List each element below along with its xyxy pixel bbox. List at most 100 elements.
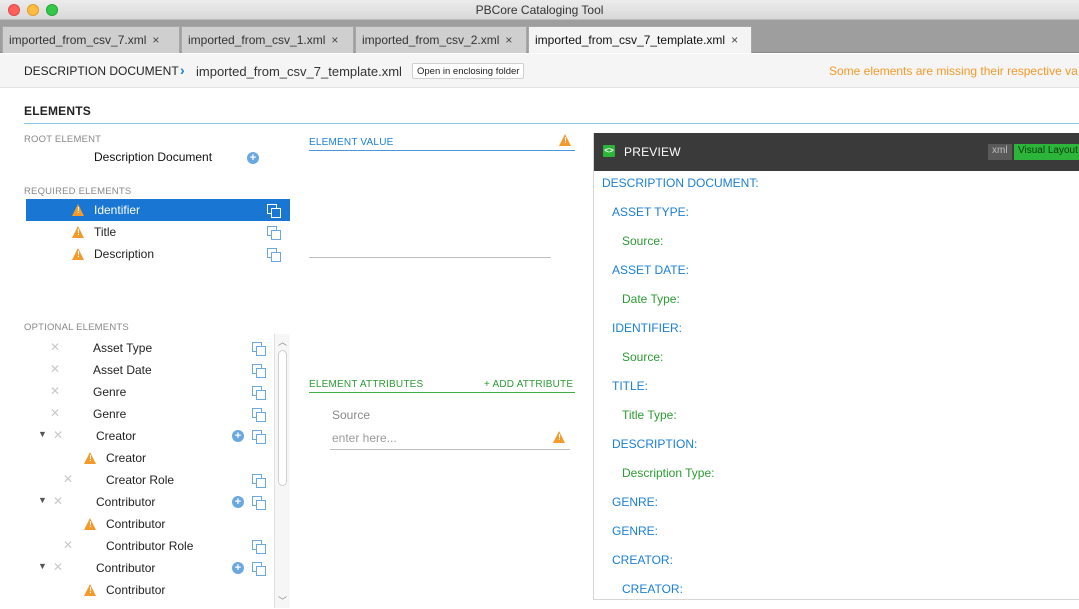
remove-icon[interactable]: ✕ [50,384,60,398]
optional-item-contributor[interactable]: ▼ ✕ Contributor + [26,557,270,579]
preview-line: Source: [622,350,664,364]
optional-item-asset-date[interactable]: ✕ Asset Date [26,359,270,381]
duplicate-icon[interactable] [267,204,281,218]
required-item-identifier[interactable]: Identifier [26,199,290,221]
tab-imported-csv-7[interactable]: imported_from_csv_7.xml × [2,26,180,53]
optional-elements-scrollbar[interactable]: ︿ ﹀ [274,334,290,608]
tab-imported-csv-7-template[interactable]: imported_from_csv_7_template.xml × [528,26,752,53]
optional-item-label: Contributor Role [106,539,194,553]
tab-close-icon[interactable]: × [505,33,512,47]
element-value-input[interactable] [309,257,551,258]
expand-caret-icon[interactable]: ▼ [38,429,47,439]
duplicate-icon[interactable] [252,496,266,510]
tab-close-icon[interactable]: × [731,33,738,47]
tab-close-icon[interactable]: × [152,33,159,47]
preview-line: DESCRIPTION: [612,437,698,451]
optional-child-contributor[interactable]: Contributor [26,579,270,601]
add-child-icon[interactable]: + [232,562,244,574]
optional-item-label: Contributor [106,583,166,597]
scroll-down-icon[interactable]: ﹀ [278,594,287,607]
attribute-warning-icon [553,431,566,443]
breadcrumb-root[interactable]: DESCRIPTION DOCUMENT [24,64,179,78]
optional-item-label: Asset Date [93,363,152,377]
optional-item-genre[interactable]: ✕ Genre [26,381,270,403]
duplicate-icon[interactable] [252,540,266,554]
optional-child-creator[interactable]: Creator [26,447,270,469]
optional-item-genre[interactable]: ✕ Genre [26,403,270,425]
preview-title: PREVIEW [624,145,681,159]
add-child-icon[interactable]: + [232,430,244,442]
optional-item-label: Contributor [96,561,156,575]
scrollbar-thumb[interactable] [278,350,287,486]
optional-item-label: Creator [106,451,147,465]
warning-icon [84,452,97,464]
element-value-warning-icon [559,134,572,146]
duplicate-icon[interactable] [252,364,266,378]
optional-item-label: Contributor [96,495,156,509]
duplicate-icon[interactable] [252,408,266,422]
optional-elements-label: OPTIONAL ELEMENTS [24,322,129,333]
root-element-name[interactable]: Description Document [94,150,212,164]
window-title: PBCore Cataloging Tool [475,3,604,17]
visual-layout-toggle[interactable]: Visual Layout [1014,144,1079,160]
optional-child-creator-role[interactable]: ✕ Creator Role [26,469,270,491]
required-item-description[interactable]: Description [26,243,290,265]
preview-line: IDENTIFIER: [612,321,683,335]
xml-toggle[interactable]: xml [988,144,1012,160]
duplicate-icon[interactable] [267,248,281,262]
optional-item-asset-type[interactable]: ✕ Asset Type [26,337,270,359]
optional-child-contributor-role[interactable]: ✕ Contributor Role [26,535,270,557]
required-item-title[interactable]: Title [26,221,290,243]
optional-item-contributor[interactable]: ▼ ✕ Contributor + [26,491,270,513]
remove-icon[interactable]: ✕ [63,472,73,486]
preview-line: Title Type: [622,408,677,422]
attribute-source-label: Source [332,408,371,422]
required-item-label: Title [94,225,117,239]
optional-item-label: Creator [96,429,137,443]
preview-line: DESCRIPTION DOCUMENT: [602,176,759,190]
duplicate-icon[interactable] [252,562,266,576]
duplicate-icon[interactable] [252,386,266,400]
duplicate-icon[interactable] [252,474,266,488]
duplicate-icon[interactable] [252,342,266,356]
warning-icon [84,518,97,530]
remove-icon[interactable]: ✕ [63,538,73,552]
missing-values-warning: Some elements are missing their respecti… [829,64,1078,78]
tab-bar: imported_from_csv_7.xml × imported_from_c… [0,20,1079,53]
tab-label: imported_from_csv_1.xml [188,33,326,47]
duplicate-icon[interactable] [252,430,266,444]
required-item-label: Identifier [94,203,141,217]
add-attribute-button[interactable]: + ADD ATTRIBUTE [484,379,573,390]
expand-caret-icon[interactable]: ▼ [38,561,47,571]
remove-icon[interactable]: ✕ [50,340,60,354]
required-elements-label: REQUIRED ELEMENTS [24,186,132,197]
optional-item-label: Asset Type [93,341,153,355]
remove-icon[interactable]: ✕ [53,494,63,508]
code-icon: <> [603,145,615,157]
remove-icon[interactable]: ✕ [50,362,60,376]
warning-icon [72,226,85,238]
scroll-up-icon[interactable]: ︿ [278,335,287,348]
remove-icon[interactable]: ✕ [53,428,63,442]
tab-imported-csv-2[interactable]: imported_from_csv_2.xml × [355,26,527,53]
expand-caret-icon[interactable]: ▼ [38,495,47,505]
attribute-source-input[interactable] [330,426,570,450]
warning-icon [72,248,85,260]
remove-icon[interactable]: ✕ [53,560,63,574]
tab-label: imported_from_csv_2.xml [362,33,500,47]
element-value-heading: ELEMENT VALUE [309,137,394,148]
preview-line: CREATOR: [622,582,683,596]
tab-label: imported_from_csv_7.xml [9,33,147,47]
tab-close-icon[interactable]: × [331,33,338,47]
add-root-child-icon[interactable]: + [247,152,259,164]
optional-child-contributor[interactable]: Contributor [26,513,270,535]
preview-header: <> PREVIEW xml Visual Layout [594,133,1079,171]
optional-item-creator[interactable]: ▼ ✕ Creator + [26,425,270,447]
duplicate-icon[interactable] [267,226,281,240]
tab-imported-csv-1[interactable]: imported_from_csv_1.xml × [181,26,354,53]
open-enclosing-folder-button[interactable]: Open in enclosing folder [412,63,525,79]
root-element-label: ROOT ELEMENT [24,134,102,145]
add-child-icon[interactable]: + [232,496,244,508]
preview-line: TITLE: [612,379,649,393]
remove-icon[interactable]: ✕ [50,406,60,420]
